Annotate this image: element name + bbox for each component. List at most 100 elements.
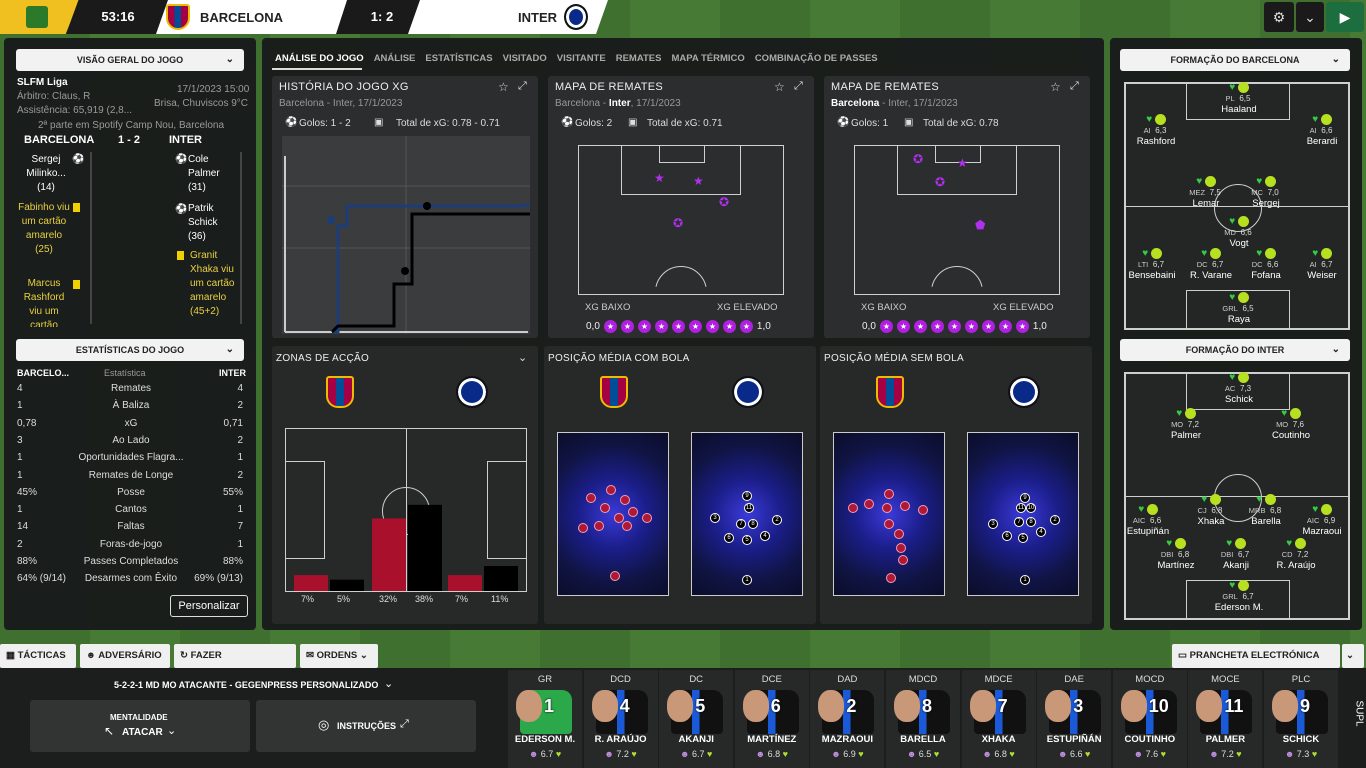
stat-home-value: 14	[17, 521, 29, 533]
chevron-down-icon: ⌄	[167, 725, 177, 737]
barca-formation-header[interactable]: FORMAÇÃO DO BARCELONA ⌄	[1120, 49, 1350, 71]
shot-map-subtitle: Barcelona - Inter, 17/1/2023	[555, 98, 681, 109]
lineup-rating-row: ☻ 7.2 ♥	[1188, 749, 1262, 759]
lineup-player-card[interactable]: DAE 3 ESTUPIÑÁN ☻ 6.6 ♥	[1037, 670, 1112, 768]
lineup-player-card[interactable]: DCD 4 R. ARAÚJO ☻ 7.2 ♥	[583, 670, 658, 768]
formation-player[interactable]: ♥ AC 7,3 Schick	[1209, 372, 1269, 405]
referee: Árbitro: Claus, R	[17, 91, 91, 102]
formation-player[interactable]: ♥ MD 6,6 Vogt	[1209, 216, 1269, 249]
substitution-button[interactable]: ↻ FAZER SUBSTITUIÇÃO	[174, 644, 296, 685]
lineup-player-card[interactable]: MOCE 11 PALMER ☻ 7.2 ♥	[1188, 670, 1263, 768]
formation-player[interactable]: ♥ LTI 6,7 Bensebaini	[1122, 248, 1182, 281]
formation-player[interactable]: ♥ MEZ 7,5 Lemar	[1176, 176, 1236, 209]
opponent-button[interactable]: ☻ ADVERSÁRIO	[80, 644, 170, 668]
formation-player[interactable]: ♥ GRL 6,7 Ederson M.	[1209, 580, 1269, 613]
lineup-player-card[interactable]: DCE 6 MARTÍNEZ ☻ 6.8 ♥	[734, 670, 809, 768]
formation-player[interactable]: ♥ DC 6,7 R. Varane	[1181, 248, 1241, 281]
stat-label: Foras-de-jogo	[99, 538, 163, 550]
stat-label: Passes Completados	[83, 556, 179, 567]
player-avatar	[894, 690, 920, 722]
star-icon[interactable]: ☆	[498, 80, 509, 94]
lineup-player-card[interactable]: GR 1 EDERSON M. ☻ 6.7 ♥	[508, 670, 582, 768]
expand-icon[interactable]: ⤢	[518, 80, 527, 93]
zone-label: 5%	[337, 594, 351, 604]
lineup-player-card[interactable]: MDCE 7 XHAKA ☻ 6.8 ♥	[961, 670, 1036, 768]
stat-home-value: 1	[17, 400, 23, 412]
expand-icon[interactable]: ⤢	[1070, 80, 1079, 93]
tactics-button[interactable]: ▦ TÁCTICAS	[0, 644, 76, 668]
home-team-banner[interactable]: BARCELONA	[156, 0, 356, 34]
player-dot	[884, 519, 894, 529]
instructions-button[interactable]: ◎ INSTRUÇÕES ⤢	[256, 700, 476, 752]
lineup-position: DAE	[1064, 674, 1084, 685]
tab-6[interactable]: MAPA TÉRMICO	[671, 53, 744, 64]
player-rating: 6,5	[1239, 94, 1251, 104]
player-info: MEZ 7,5	[1176, 187, 1236, 198]
formation-player[interactable]: ♥ CD 7,2 R. Araújo	[1266, 538, 1326, 571]
stats-title: ESTATÍSTICAS DO JOGO	[75, 345, 185, 355]
formation-player[interactable]: ♥ AIC 6,6 Estupiñán	[1118, 504, 1178, 537]
tab-7[interactable]: COMBINAÇÃO DE PASSES	[755, 53, 878, 64]
subs-label[interactable]: SUPL	[1354, 700, 1365, 726]
customize-button[interactable]: Personalizar	[170, 595, 248, 617]
lineup-rating: 7.6	[1145, 749, 1159, 759]
stats-header[interactable]: ESTATÍSTICAS DO JOGO ⌄	[16, 339, 244, 361]
play-icon[interactable]: ▶	[1326, 2, 1364, 32]
tab-0[interactable]: ANÁLISE DO JOGO	[275, 53, 364, 64]
orders-button[interactable]: ✉ ORDENS ⌄	[300, 644, 378, 668]
chevron-down-icon[interactable]: ⌄	[384, 677, 393, 690]
away-team-banner[interactable]: INTER	[408, 0, 608, 34]
expand-icon[interactable]: ⤢	[794, 80, 803, 93]
lineup-player-card[interactable]: MDCD 8 BARELLA ☻ 6.5 ♥	[886, 670, 960, 768]
formation-player[interactable]: ♥ MO 7,6 Coutinho	[1261, 408, 1321, 441]
chevron-down-icon[interactable]: ⌄	[1296, 2, 1324, 32]
heart-icon: ♥	[704, 749, 713, 759]
formation-player[interactable]: ♥ AI 6,7 Weiser	[1292, 248, 1352, 281]
formation-player[interactable]: ♥ AI 6,3 Rashford	[1126, 114, 1186, 147]
formation-player[interactable]: ♥ DBI 6,7 Akanji	[1206, 538, 1266, 571]
star-icon[interactable]: ☆	[774, 80, 785, 94]
player-morale-icon: ♥	[1118, 504, 1178, 515]
formation-player[interactable]: ♥ AI 6,6 Berardi	[1292, 114, 1352, 147]
scrollbar[interactable]	[240, 152, 242, 324]
tactic-name: 5-2-2-1 MD MO ATACANTE - GEGENPRESS PERS…	[114, 680, 379, 690]
tactic-board-button[interactable]: ▭ PRANCHETA ELECTRÓNICA	[1172, 644, 1340, 668]
formation-player[interactable]: ♥ DBI 6,8 Martínez	[1146, 538, 1206, 571]
tab-5[interactable]: REMATES	[616, 53, 662, 64]
formation-player[interactable]: ♥ DC 6,6 Fofana	[1236, 248, 1296, 281]
tab-4[interactable]: VISITANTE	[557, 53, 606, 64]
player-rating: 7,0	[1267, 188, 1279, 198]
tab-1[interactable]: ANÁLISE	[374, 53, 416, 64]
player-morale-icon: ♥	[1206, 538, 1266, 549]
lineup-name: EDERSON M.	[514, 734, 576, 745]
stat-home-value: 2	[17, 538, 23, 550]
yellow-card-icon	[177, 251, 184, 260]
chevron-down-icon[interactable]: ⌄	[518, 351, 527, 364]
mentality-selector[interactable]: MENTALIDADE ↖ ATACAR ⌄	[30, 700, 250, 752]
player-name: Haaland	[1221, 104, 1257, 116]
collapse-icon[interactable]: ⌄	[1342, 644, 1364, 668]
lineup-player-card[interactable]: MOCD 10 COUTINHO ☻ 7.6 ♥	[1112, 670, 1187, 768]
formation-player[interactable]: ♥ MRB 6,8 Barella	[1236, 494, 1296, 527]
formation-player[interactable]: ♥ PL 6,5 Haaland	[1209, 82, 1269, 115]
inter-formation-header[interactable]: FORMAÇÃO DO INTER ⌄	[1120, 339, 1350, 361]
stat-row: 4 Remates 4	[17, 381, 243, 398]
lineup-player-card[interactable]: DC 5 AKANJI ☻ 6.7 ♥	[659, 670, 734, 768]
overview-header[interactable]: VISÃO GERAL DO JOGO ⌄	[16, 49, 244, 71]
player-morale-icon: ♥	[1292, 114, 1352, 125]
lineup-player-card[interactable]: PLC 9 SCHICK ☻ 7.3 ♥	[1264, 670, 1338, 768]
star-icon[interactable]: ☆	[1050, 80, 1061, 94]
formation-player[interactable]: ♥ GRL 6,5 Raya	[1209, 292, 1269, 325]
tab-2[interactable]: ESTATÍSTICAS	[425, 53, 492, 64]
tab-3[interactable]: VISITADO	[503, 53, 547, 64]
formation-player[interactable]: ♥ AIC 6,9 Mazraoui	[1292, 504, 1352, 537]
formation-player[interactable]: ♥ MC 7,0 Sergej	[1236, 176, 1296, 209]
gear-icon[interactable]: ⚙	[1264, 2, 1294, 32]
formation-player[interactable]: ♥ CJ 6,8 Xhaka	[1181, 494, 1241, 527]
shot-map-total: Total de xG: 0.71	[647, 118, 723, 129]
inter-crest-icon	[456, 376, 488, 408]
subtitle-part: , 17/1/2023	[630, 98, 681, 109]
lineup-player-card[interactable]: DAD 2 MAZRAOUI ☻ 6.9 ♥	[810, 670, 885, 768]
player-morale-icon: ♥	[1146, 538, 1206, 549]
formation-player[interactable]: ♥ MO 7,2 Palmer	[1156, 408, 1216, 441]
